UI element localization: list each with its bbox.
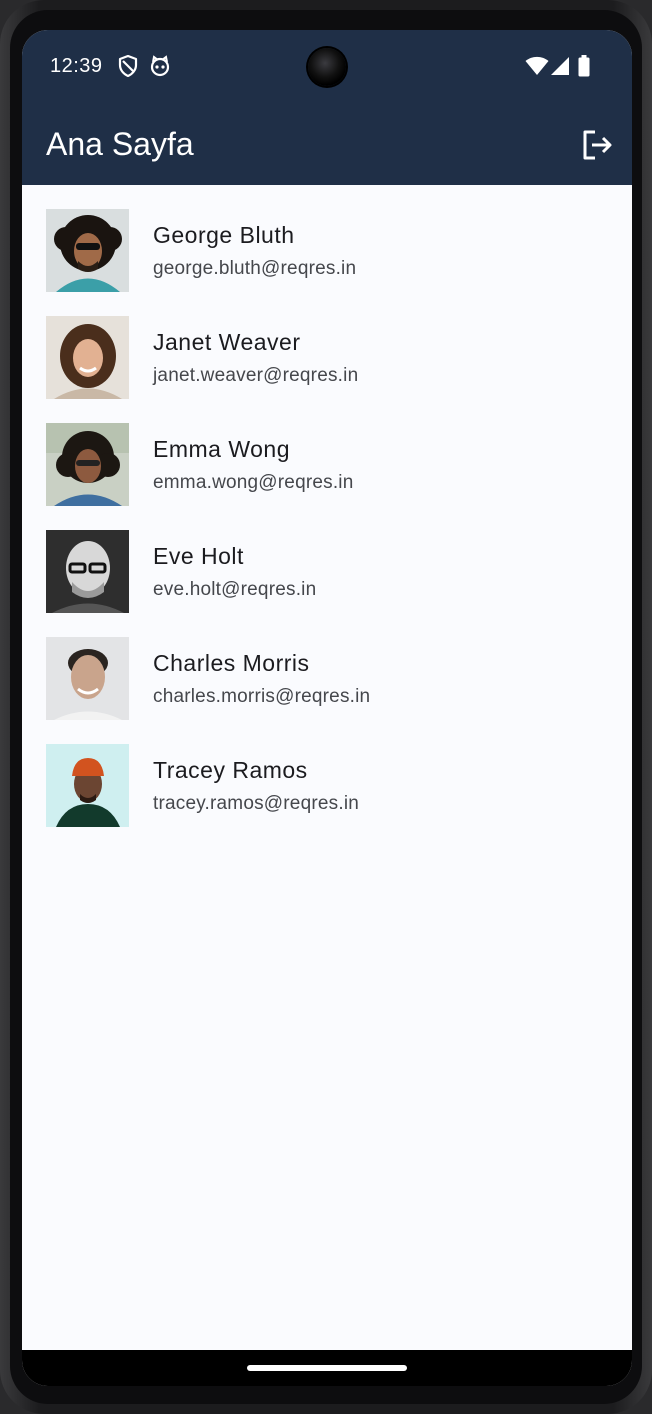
avatar	[46, 209, 129, 292]
user-email: eve.holt@reqres.in	[153, 579, 317, 600]
list-item[interactable]: Eve Holt eve.holt@reqres.in	[22, 530, 632, 613]
list-item[interactable]: Tracey Ramos tracey.ramos@reqres.in	[22, 744, 632, 827]
logout-button[interactable]	[580, 128, 614, 162]
logout-icon	[583, 130, 612, 160]
system-navigation-bar	[22, 1350, 632, 1386]
user-email: tracey.ramos@reqres.in	[153, 793, 360, 814]
wifi-icon	[525, 56, 549, 78]
user-name: Tracey Ramos	[153, 757, 308, 783]
user-name: Charles Morris	[153, 650, 310, 676]
phone-screen: 12:39 Ana Sayfa George Bluth george.blut…	[22, 30, 632, 1386]
cat-face-icon	[150, 55, 172, 77]
list-item[interactable]: Charles Morris charles.morris@reqres.in	[22, 637, 632, 720]
list-item[interactable]: George Bluth george.bluth@reqres.in	[22, 209, 632, 292]
avatar	[46, 637, 129, 720]
avatar	[46, 316, 129, 399]
user-email: charles.morris@reqres.in	[153, 686, 371, 707]
signal-icon	[550, 56, 572, 78]
user-email: janet.weaver@reqres.in	[153, 365, 359, 386]
list-item[interactable]: Emma Wong emma.wong@reqres.in	[22, 423, 632, 506]
avatar	[46, 530, 129, 613]
user-email: george.bluth@reqres.in	[153, 258, 357, 279]
page-title: Ana Sayfa	[46, 126, 194, 162]
status-bar: 12:39	[22, 30, 632, 106]
status-time: 12:39	[50, 55, 103, 77]
user-list: George Bluth george.bluth@reqres.in Jane…	[22, 185, 632, 851]
user-name: Eve Holt	[153, 543, 244, 569]
user-name: George Bluth	[153, 222, 295, 248]
app-bar: Ana Sayfa	[22, 106, 632, 185]
front-camera	[308, 48, 346, 86]
user-email: emma.wong@reqres.in	[153, 472, 354, 493]
avatar	[46, 744, 129, 827]
user-name: Emma Wong	[153, 436, 291, 462]
shield-icon	[118, 54, 140, 78]
avatar	[46, 423, 129, 506]
user-name: Janet Weaver	[153, 329, 301, 355]
home-indicator[interactable]	[247, 1365, 407, 1371]
list-item[interactable]: Janet Weaver janet.weaver@reqres.in	[22, 316, 632, 399]
battery-icon	[578, 55, 590, 77]
phone-frame: 12:39 Ana Sayfa George Bluth george.blut…	[0, 0, 652, 1414]
